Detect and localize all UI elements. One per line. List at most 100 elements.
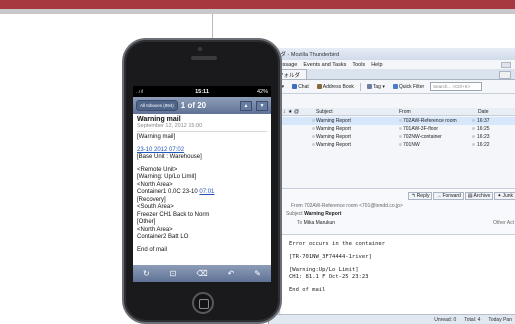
chat-button[interactable]: Chat <box>290 83 311 91</box>
message-header-pane: ↰ Reply → Forward ▤ Archive ✦ Junk From 702A… <box>281 188 515 234</box>
refresh-icon[interactable]: ↻ <box>143 269 150 278</box>
mail-view: Warning mail September 12, 2012 15:00 [W… <box>133 114 271 254</box>
unread-dot-icon <box>472 127 475 130</box>
move-icon[interactable]: ⊡ <box>170 269 177 278</box>
to-line: To Mika Marukun <box>297 220 335 226</box>
down-arrow-icon: ▼ <box>259 102 265 109</box>
up-arrow-icon: ▲ <box>243 102 249 109</box>
to-value[interactable]: Mika Marukun <box>304 220 335 226</box>
from-value[interactable]: 702AW-Reference room <701@tendd.co.jp> <box>304 203 403 209</box>
signal-icon: ..ııl <box>136 88 144 95</box>
mail-line: [Base Unit : Warehouse] <box>137 154 267 162</box>
column-subject[interactable]: Subject <box>316 109 333 115</box>
reply-icon[interactable]: ↶ <box>228 269 235 278</box>
junk-icon: ✦ <box>497 193 502 199</box>
mail-line: Container2 Batt LO <box>137 234 267 242</box>
body-line: End of mail <box>289 287 326 293</box>
tag-icon <box>366 84 372 89</box>
mail-line: [Recovery] <box>137 197 267 205</box>
message-from: 702NW-container <box>403 134 442 140</box>
quick-filter-button[interactable]: Quick Filter <box>391 83 426 91</box>
spam-status-icon <box>399 127 402 130</box>
next-message-button[interactable]: ▼ <box>256 100 268 111</box>
mail-text: <North Area> <box>137 181 173 188</box>
mail-text: Freezer CH1 Back to Norm <box>137 211 210 218</box>
back-button[interactable]: All Inboxes (894) <box>136 100 178 111</box>
column-star[interactable]: ★ <box>288 109 292 115</box>
message-date: 16:25 <box>477 126 490 132</box>
column-attachment[interactable]: @ <box>294 109 299 115</box>
mail-text: [Base Unit : Warehouse] <box>137 154 202 160</box>
prev-message-button[interactable]: ▲ <box>240 100 252 111</box>
search-input[interactable]: Search... <Ctrl+K> <box>430 82 483 91</box>
mail-line: End of mail <box>137 247 267 255</box>
message-from: 701AW-3F-floor <box>403 126 439 132</box>
mail-text: <North Area> <box>137 226 173 233</box>
battery-level: 42% <box>256 88 268 95</box>
address-book-button[interactable]: Address Book <box>315 83 356 91</box>
mail-link[interactable]: 07:01 <box>199 189 214 195</box>
mail-body: [Warning mail] 23-10 2012 07:02 [Base Unit… <box>137 134 267 254</box>
body-line: [TR-701NW_3F74444-1river] <box>289 254 372 260</box>
compose-icon[interactable]: ✎ <box>254 269 261 278</box>
unread-dot-icon <box>472 119 475 122</box>
mail-line: Freezer CH1 Back to Norm <box>137 212 267 220</box>
today-pane-button[interactable]: Today Pan <box>488 317 512 323</box>
message-row[interactable]: Warning Report 702NW-container 16:23 <box>281 133 515 141</box>
menu-help[interactable]: Help <box>371 62 382 68</box>
forward-button[interactable]: → Forward <box>433 192 464 200</box>
from-line: From 702AW-Reference room <701@tendd.co.… <box>291 203 403 209</box>
mail-line: [Warning: Up/Lo Limit] <box>137 174 267 182</box>
iphone-device: ..ııl 15:11 42% All Inboxes (894) 1 of 2… <box>122 38 282 324</box>
home-button[interactable] <box>192 292 214 314</box>
quick-filter-label: Quick Filter <box>398 83 425 90</box>
column-headers: ↕ ★ @ Subject From Date <box>269 108 515 116</box>
menu-events[interactable]: Events and Tasks <box>303 62 346 68</box>
reply-label: Reply <box>416 193 430 199</box>
reply-button[interactable]: ↰ Reply <box>408 192 433 200</box>
read-status-icon <box>312 127 315 130</box>
tag-label: Tag ▾ <box>372 83 385 90</box>
trash-icon[interactable]: ⌫ <box>196 269 207 278</box>
menu-tools[interactable]: Tools <box>352 62 365 68</box>
column-date[interactable]: Date <box>478 109 489 115</box>
thunderbird-window: ルダ - Mozilla Thunderbird Message Events … <box>268 48 515 324</box>
message-subject: Warning Report <box>316 118 351 124</box>
tab-menu-button[interactable] <box>499 71 511 79</box>
spam-status-icon <box>399 135 402 138</box>
archive-button[interactable]: ▤ Archive <box>464 192 494 200</box>
body-line: CH1: 81.1 F Oct-25 23:23 <box>289 274 369 280</box>
other-actions-button[interactable]: Other Act <box>493 220 514 226</box>
message-row[interactable]: Warning Report 702AW-Reference room 16:3… <box>281 117 515 125</box>
mail-text: Container1 0.0C 23-10 <box>137 189 200 195</box>
junk-button[interactable]: ✦ Junk <box>494 192 515 200</box>
unread-dot-icon <box>472 143 475 146</box>
tag-button[interactable]: Tag ▾ <box>365 83 387 91</box>
menu-bar: Message Events and Tasks Tools Help <box>269 60 515 69</box>
header-stripe <box>0 9 515 14</box>
chat-icon <box>292 84 298 89</box>
mail-line: 23-10 2012 07:02 <box>137 147 267 155</box>
toolbar-separator <box>359 82 361 91</box>
message-row[interactable]: Warning Report 701NW 16:22 <box>281 141 515 149</box>
mail-line: [Other] <box>137 219 267 227</box>
window-control[interactable] <box>501 61 511 68</box>
window-title: ルダ - Mozilla Thunderbird <box>269 48 515 60</box>
column-thread[interactable]: ↕ <box>283 109 286 115</box>
message-row[interactable]: Warning Report 701AW-3F-floor 16:25 <box>281 125 515 133</box>
status-time: 15:11 <box>195 88 209 95</box>
body-line: [Warning:Up/Lo Limit] <box>289 267 359 273</box>
mail-link[interactable]: 23-10 2012 07:02 <box>137 147 184 153</box>
subject-value: Warning Report <box>304 211 342 217</box>
filter-icon <box>392 84 398 89</box>
mail-line: <North Area> <box>137 227 267 235</box>
message-body: Error occurs in the container [TR-701NW_… <box>281 234 515 314</box>
unread-dot-icon <box>472 135 475 138</box>
column-from[interactable]: From <box>399 109 411 115</box>
message-count: 1 of 20 <box>180 101 207 110</box>
mail-text: [Warning: Up/Lo Limit] <box>137 174 197 180</box>
mail-line: Container1 0.0C 23-10 07:01 <box>137 189 267 197</box>
iphone-screen: ..ııl 15:11 42% All Inboxes (894) 1 of 2… <box>133 86 271 282</box>
mail-text: <Remote Unit> <box>137 166 178 173</box>
mail-line: <Remote Unit> <box>137 167 267 175</box>
